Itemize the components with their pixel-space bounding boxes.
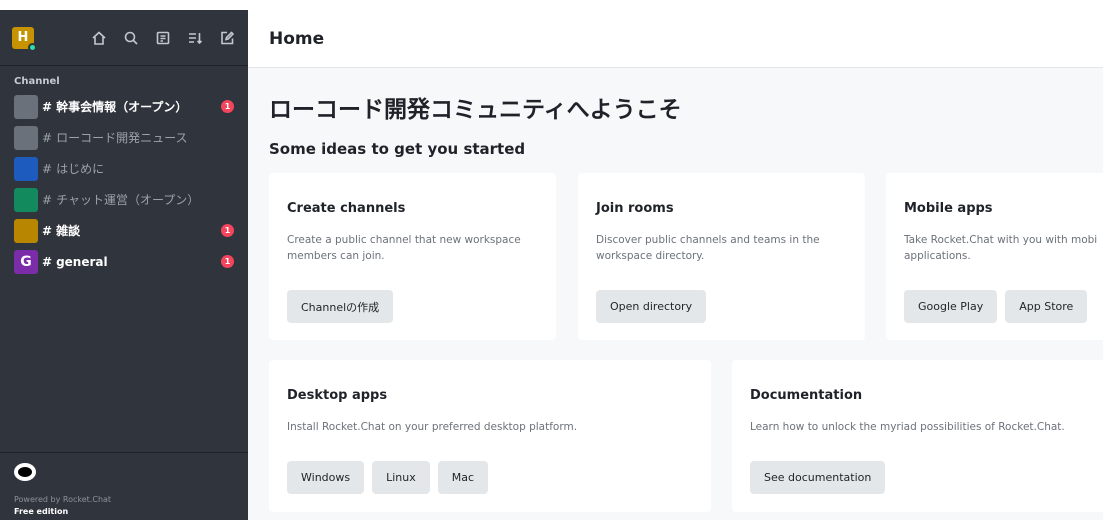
rocketchat-logo-icon — [14, 463, 36, 481]
room-avatar — [14, 94, 38, 119]
room-name: general — [56, 254, 108, 269]
unread-badge: 1 — [221, 100, 234, 113]
workspace-avatar[interactable]: H — [12, 26, 37, 52]
open-directory-button[interactable]: Open directory — [596, 290, 707, 323]
room-avatar — [14, 187, 38, 212]
card-buttons: Google Play App Store — [904, 290, 1088, 323]
card-description-line: members can join. — [287, 250, 385, 262]
card-buttons: Channelの作成 — [287, 290, 394, 323]
hash-icon: # — [42, 99, 53, 114]
room-item[interactable]: # 幹事会情報（オープン） 1 — [0, 91, 248, 122]
hash-icon: # — [42, 192, 53, 207]
room-name: チャット運営（オープン） — [56, 193, 200, 207]
join-rooms-card: Join rooms Discover public channels and … — [578, 173, 865, 340]
hash-icon: # — [42, 130, 53, 145]
card-description-line: Create a public channel that new workspa… — [287, 234, 521, 246]
room-avatar — [14, 156, 38, 181]
sidebar-header: H — [0, 10, 248, 66]
room-avatar — [14, 125, 38, 150]
room-item[interactable]: # チャット運営（オープン） — [0, 184, 248, 215]
create-channel-button[interactable]: Channelの作成 — [287, 290, 394, 323]
room-name: 雑談 — [56, 224, 81, 238]
linux-button[interactable]: Linux — [372, 461, 430, 494]
sidebar-toolbar — [90, 29, 236, 47]
app-store-button[interactable]: App Store — [1005, 290, 1088, 323]
card-description: Install Rocket.Chat on your preferred de… — [287, 419, 693, 435]
ideas-heading: Some ideas to get you started — [269, 140, 526, 158]
hash-icon: # — [42, 254, 53, 269]
room-item[interactable]: # ローコード開発ニュース — [0, 122, 248, 153]
card-description-line: applications. — [904, 250, 971, 262]
compose-icon[interactable] — [218, 29, 236, 47]
card-title: Documentation — [750, 388, 863, 403]
room-avatar — [14, 218, 38, 243]
workspace-initial: H — [17, 30, 29, 45]
room-list: # 幹事会情報（オープン） 1 # ローコード開発ニュース # はじめに # チ… — [0, 91, 248, 277]
directory-icon[interactable] — [154, 29, 172, 47]
card-description-line: workspace directory. — [596, 250, 705, 262]
card-title: Create channels — [287, 201, 406, 216]
welcome-heading: ローコード開発コミュニティへようこそ — [269, 97, 682, 123]
room-avatar-letter: G — [20, 253, 32, 270]
home-icon[interactable] — [90, 29, 108, 47]
room-name: ローコード開発ニュース — [56, 131, 188, 145]
unread-badge: 1 — [221, 255, 234, 268]
card-description-line: Take Rocket.Chat with you with mobi — [904, 234, 1098, 246]
card-description-line: Discover public channels and teams in th… — [596, 234, 820, 246]
card-description: Take Rocket.Chat with you with mobi appl… — [904, 232, 1103, 264]
room-name: 幹事会情報（オープン） — [56, 100, 188, 114]
card-buttons: Windows Linux Mac — [287, 461, 489, 494]
card-description: Create a public channel that new workspa… — [287, 232, 538, 264]
online-status-dot — [28, 42, 37, 52]
mac-button[interactable]: Mac — [437, 461, 489, 494]
card-title: Join rooms — [596, 201, 674, 216]
sidebar-footer: Powered by Rocket.Chat Free edition — [0, 452, 248, 520]
desktop-apps-card: Desktop apps Install Rocket.Chat on your… — [269, 360, 711, 512]
card-description-line: Learn how to unlock the myriad possibili… — [750, 421, 1065, 433]
powered-by-text: Powered by Rocket.Chat — [14, 495, 112, 504]
card-buttons: See documentation — [750, 461, 886, 494]
card-buttons: Open directory — [596, 290, 707, 323]
room-item[interactable]: G # general 1 — [0, 246, 248, 277]
unread-badge: 1 — [221, 224, 234, 237]
room-item[interactable]: # 雑談 1 — [0, 215, 248, 246]
windows-button[interactable]: Windows — [287, 461, 365, 494]
card-description: Discover public channels and teams in th… — [596, 232, 847, 264]
room-name: はじめに — [56, 162, 105, 176]
hash-icon: # — [42, 223, 53, 238]
card-title: Mobile apps — [904, 201, 993, 216]
card-description-line: Install Rocket.Chat on your preferred de… — [287, 421, 578, 433]
main-content: Home ローコード開発コミュニティへようこそ Some ideas to ge… — [248, 10, 1103, 520]
sidebar: H Channel # 幹事会情報（オープン） 1 # ローコード開発ニュース … — [0, 10, 248, 520]
sort-icon[interactable] — [186, 29, 204, 47]
room-item[interactable]: # はじめに — [0, 153, 248, 184]
card-title: Desktop apps — [287, 388, 388, 403]
room-avatar: G — [14, 249, 38, 274]
channel-section-title: Channel — [14, 76, 60, 87]
card-description: Learn how to unlock the myriad possibili… — [750, 419, 1103, 435]
documentation-card: Documentation Learn how to unlock the my… — [732, 360, 1103, 512]
mobile-apps-card: Mobile apps Take Rocket.Chat with you wi… — [886, 173, 1103, 340]
create-channels-card: Create channels Create a public channel … — [269, 173, 556, 340]
edition-text: Free edition — [14, 507, 69, 516]
page-title: Home — [248, 10, 1103, 68]
top-strip — [0, 0, 1103, 10]
google-play-button[interactable]: Google Play — [904, 290, 998, 323]
search-icon[interactable] — [122, 29, 140, 47]
see-documentation-button[interactable]: See documentation — [750, 461, 886, 494]
hash-icon: # — [42, 161, 53, 176]
